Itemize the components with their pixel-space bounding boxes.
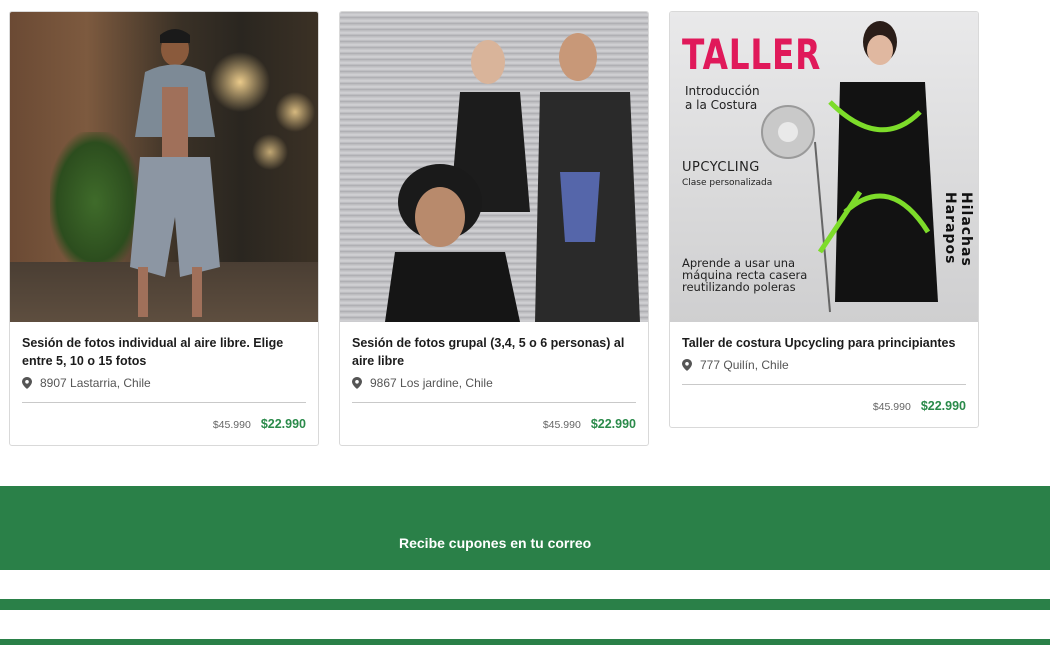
discount-price: $22.990 [590, 417, 636, 431]
footer-stripe [0, 639, 1050, 645]
deal-title[interactable]: Sesión de fotos grupal (3,4, 5 o 6 perso… [352, 334, 636, 370]
deal-card[interactable]: TALLER Introducción a la Costura UPCYCLI… [669, 11, 979, 428]
deal-card[interactable]: Sesión de fotos individual al aire libre… [9, 11, 319, 446]
map-pin-icon [352, 377, 362, 389]
footer-stripe [0, 599, 1050, 610]
newsletter-banner: Recibe cupones en tu correo [0, 486, 1050, 570]
deal-image[interactable] [10, 12, 318, 322]
original-price: $45.990 [872, 401, 911, 413]
poster-brand: Hilachas Harapos [942, 192, 974, 267]
deal-prices: $45.990 $22.990 [352, 403, 636, 445]
deal-location-text: 777 Quilín, Chile [700, 358, 789, 372]
deal-location-text: 9867 Los jardine, Chile [370, 376, 493, 390]
deal-title[interactable]: Sesión de fotos individual al aire libre… [22, 334, 306, 370]
original-price: $45.990 [542, 419, 581, 431]
deal-location: 777 Quilín, Chile [682, 358, 966, 372]
discount-price: $22.990 [920, 399, 966, 413]
map-pin-icon [22, 377, 32, 389]
deal-prices: $45.990 $22.990 [682, 385, 966, 427]
deal-card[interactable]: Sesión de fotos grupal (3,4, 5 o 6 perso… [339, 11, 649, 446]
newsletter-cta[interactable]: Recibe cupones en tu correo [399, 535, 591, 551]
deal-card-body: Taller de costura Upcycling para princip… [670, 322, 978, 427]
deal-card-body: Sesión de fotos grupal (3,4, 5 o 6 perso… [340, 322, 648, 445]
group-figures [385, 33, 640, 322]
deal-location-text: 8907 Lastarria, Chile [40, 376, 151, 390]
deal-title[interactable]: Taller de costura Upcycling para princip… [682, 334, 966, 352]
model-figure [130, 29, 220, 317]
deal-image[interactable] [340, 12, 648, 322]
deal-location: 8907 Lastarria, Chile [22, 376, 306, 390]
original-price: $45.990 [212, 419, 251, 431]
deal-image[interactable]: TALLER Introducción a la Costura UPCYCLI… [670, 12, 978, 322]
discount-price: $22.990 [260, 417, 306, 431]
deal-card-body: Sesión de fotos individual al aire libre… [10, 322, 318, 445]
map-pin-icon [682, 359, 692, 371]
deal-location: 9867 Los jardine, Chile [352, 376, 636, 390]
deal-prices: $45.990 $22.990 [22, 403, 306, 445]
poster-art [761, 21, 938, 313]
